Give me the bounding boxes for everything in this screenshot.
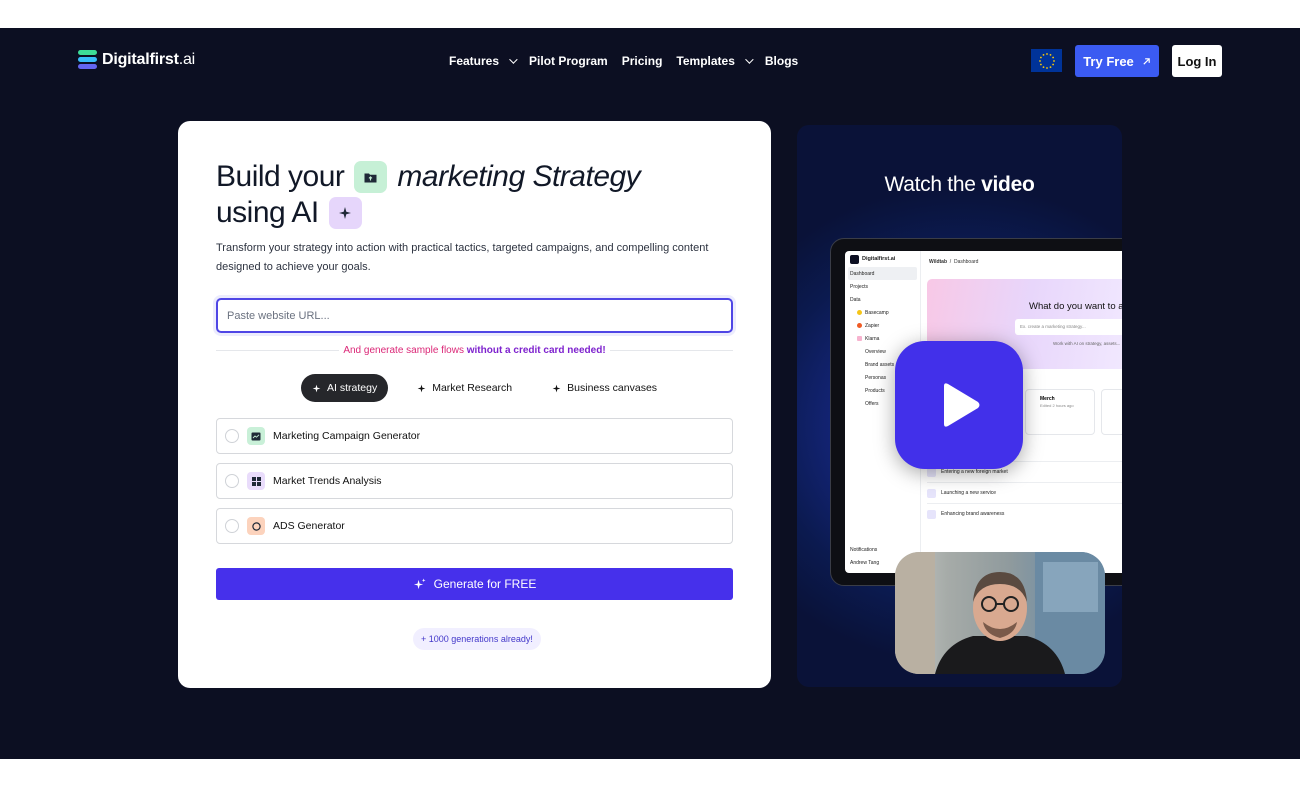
generations-count-badge: + 1000 generations already! [413,628,541,650]
nav-features[interactable]: Features [449,54,518,68]
page-title: Build your marketing Strategy using AI [216,159,641,231]
option-label: Marketing Campaign Generator [273,430,421,442]
title-part-1: Build your [216,160,345,193]
hero-subtitle: Transform your strategy into action with… [216,242,709,273]
play-button[interactable] [895,341,1023,469]
chevron-down-icon [745,55,754,64]
brand-name: Digitalfirst.ai [102,51,196,68]
nav-pricing[interactable]: Pricing [622,54,663,68]
nav-blogs[interactable]: Blogs [765,54,798,68]
grid-icon [247,472,265,490]
task-list: Entering a new foreign market Launching … [927,461,1122,524]
option-label: Market Trends Analysis [273,475,382,487]
sparkle-icon [552,384,561,392]
page-background: Digitalfirst.ai Features Pilot Program P… [0,28,1300,759]
generator-options: Marketing Campaign Generator Market Tren… [216,418,733,553]
logo-mark-icon [78,50,97,70]
tab-ai-strategy[interactable]: AI strategy [301,374,389,402]
category-tabs: AI strategy Market Research Business can… [301,374,668,402]
app-breadcrumb: Wildtab / Dashboard [929,259,979,265]
title-part-2: marketing Strategy [397,160,641,193]
generate-button[interactable]: Generate for FREE [216,568,733,600]
option-marketing-campaign-generator[interactable]: Marketing Campaign Generator [216,418,733,454]
folder-upload-icon [354,161,388,193]
eu-flag-icon [1031,49,1062,72]
project-card [1101,389,1122,435]
sparkle-icon [417,384,426,392]
play-icon [944,383,980,427]
title-part-3: using AI [216,196,319,229]
nav-templates[interactable]: Templates [676,54,754,68]
chart-icon [247,427,265,445]
sparkle-icon [328,197,362,229]
radio-button[interactable] [225,519,239,533]
sparkle-icon [312,384,321,392]
website-url-input[interactable] [216,298,733,333]
radio-button[interactable] [225,474,239,488]
tab-business-canvases[interactable]: Business canvases [541,374,668,402]
radio-button[interactable] [225,429,239,443]
presenter-photo [895,552,1105,674]
video-title: Watch the video [884,173,1035,196]
option-market-trends-analysis[interactable]: Market Trends Analysis [216,463,733,499]
target-icon [247,517,265,535]
arrow-up-right-icon [1143,57,1150,65]
sparkles-icon [413,577,426,589]
login-button[interactable]: Log In [1172,45,1222,77]
generator-card: Build your marketing Strategy using AI T… [178,121,771,688]
option-label: ADS Generator [273,520,345,532]
main-nav: Features Pilot Program Pricing Templates… [449,54,798,68]
video-card[interactable]: Watch the video Digitalfirst.ai Dashboar… [797,125,1122,687]
option-ads-generator[interactable]: ADS Generator [216,508,733,544]
project-card: Merch Edited 2 hours ago [1025,389,1095,435]
credit-note: And generate sample flows without a cred… [216,345,733,356]
try-free-button[interactable]: Try Free [1075,45,1159,77]
chevron-down-icon [509,55,518,64]
nav-pilot-program[interactable]: Pilot Program [529,54,608,68]
tab-market-research[interactable]: Market Research [406,374,523,402]
brand-logo[interactable]: Digitalfirst.ai [78,50,195,70]
